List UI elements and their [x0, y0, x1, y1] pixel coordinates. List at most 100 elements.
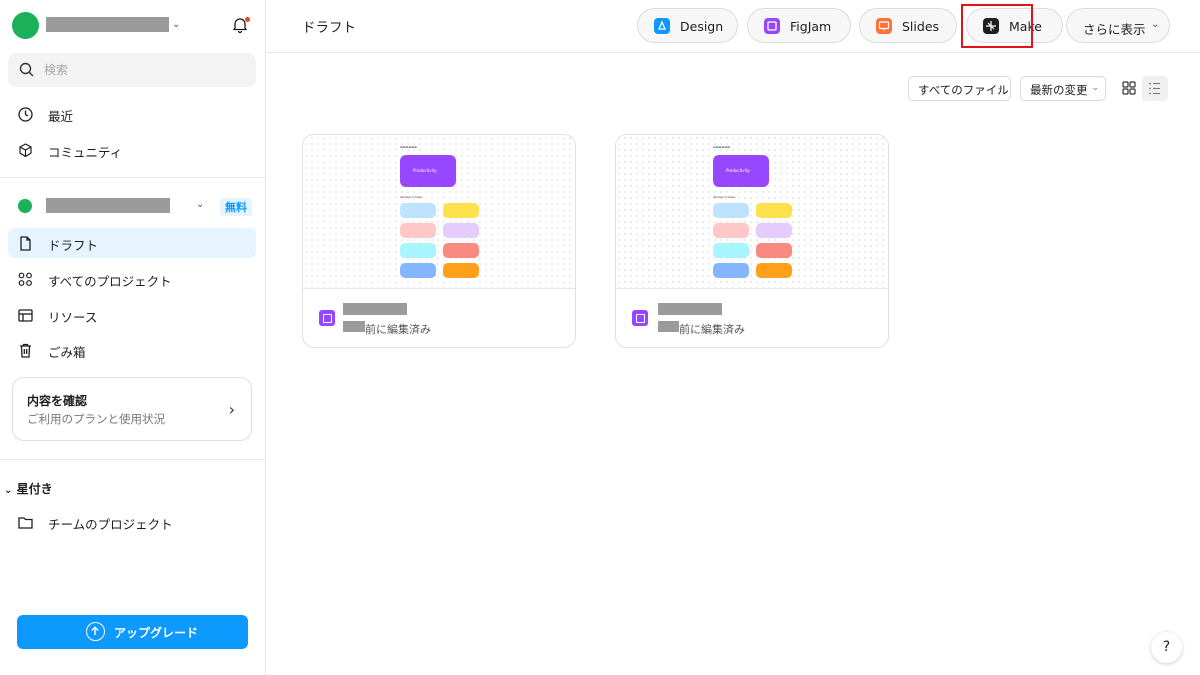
- file-thumbnail: ▬▬▬▬▬▬ Productivity Weekend tasks: [303, 135, 575, 289]
- sort-dropdown-label: 最新の変更: [1030, 83, 1088, 97]
- more-options-label: さらに表示: [1083, 22, 1146, 37]
- thumbnail-chip: [443, 223, 479, 238]
- search-input[interactable]: [44, 60, 244, 80]
- upgrade-button[interactable]: アップグレード: [17, 615, 248, 649]
- create-slides-label: Slides: [902, 19, 940, 34]
- figjam-file-icon: [319, 310, 335, 326]
- community-icon: [19, 143, 32, 158]
- chevron-down-icon: ⌄: [1091, 83, 1099, 93]
- thumbnail-chip: [713, 203, 749, 218]
- file-thumbnail: ▬▬▬▬▬▬ Productivity Weekend tasks: [616, 135, 888, 289]
- plan-usage-card[interactable]: 内容を確認 ご利用のプランと使用状況 ›: [12, 377, 252, 441]
- thumbnail-section-label: Weekend tasks: [713, 195, 736, 199]
- divider: [0, 459, 266, 460]
- chevron-down-icon: ⌄: [4, 485, 13, 496]
- chevron-right-icon: ›: [228, 400, 235, 419]
- sidebar-item-label: コミュニティ: [48, 145, 123, 160]
- search-box[interactable]: [8, 53, 256, 87]
- sidebar-item-resources[interactable]: リソース: [8, 300, 256, 330]
- sidebar-item-recent[interactable]: 最近: [8, 99, 256, 129]
- thumbnail-chip: [400, 203, 436, 218]
- folder-icon: [18, 517, 33, 529]
- figjam-file-icon: [632, 310, 648, 326]
- slides-icon: [876, 18, 892, 34]
- sort-dropdown[interactable]: 最新の変更 ⌄: [1020, 76, 1106, 101]
- starred-section-toggle[interactable]: ⌄ 星付き: [4, 480, 53, 497]
- create-slides-button[interactable]: Slides: [859, 8, 957, 43]
- notification-bell-icon[interactable]: [231, 16, 251, 36]
- sidebar-item-trash[interactable]: ごみ箱: [8, 335, 256, 365]
- search-icon: [19, 62, 34, 77]
- thumbnail-header-chip: Productivity: [713, 155, 769, 187]
- team-switcher[interactable]: ⌄ 無料: [12, 196, 256, 216]
- divider: [0, 177, 266, 178]
- chevron-down-icon: ⌄: [1151, 19, 1160, 30]
- thumbnail-header-chip: Productivity: [400, 155, 456, 187]
- redacted-account-name: [46, 17, 169, 32]
- redacted-file-name: [658, 303, 722, 315]
- thumbnail-chip: [400, 223, 436, 238]
- thumbnail-chip: [713, 243, 749, 258]
- avatar[interactable]: [12, 12, 39, 39]
- thumbnail-caption: ▬▬▬▬▬▬: [400, 145, 418, 149]
- thumbnail-chip: [713, 223, 749, 238]
- plan-usage-title: 内容を確認: [27, 394, 88, 408]
- sidebar-item-all-projects[interactable]: すべてのプロジェクト: [8, 264, 256, 294]
- file-card[interactable]: ▬▬▬▬▬▬ Productivity Weekend tasks 前に編集済み: [615, 134, 889, 348]
- thumbnail-chip: [443, 263, 479, 278]
- help-button[interactable]: ?: [1151, 632, 1182, 663]
- sidebar-item-label: チームのプロジェクト: [48, 517, 173, 532]
- account-switcher[interactable]: ⌄: [12, 12, 254, 40]
- chevron-down-icon: ⌄: [172, 19, 181, 30]
- grid-view-button[interactable]: [1116, 76, 1142, 101]
- sidebar-item-label: 最近: [48, 109, 74, 124]
- chevron-down-icon: ⌄: [996, 83, 1004, 93]
- sidebar-item-label: すべてのプロジェクト: [48, 274, 172, 289]
- redacted-file-name: [343, 303, 407, 315]
- file-edited-text: 前に編集済み: [679, 323, 745, 336]
- starred-heading: 星付き: [16, 482, 53, 496]
- notification-dot: [245, 17, 250, 22]
- sidebar-item-drafts[interactable]: ドラフト: [8, 228, 256, 258]
- create-design-label: Design: [680, 19, 724, 34]
- file-card[interactable]: ▬▬▬▬▬▬ Productivity Weekend tasks 前に編集済み: [302, 134, 576, 348]
- chevron-down-icon: ⌄: [196, 199, 205, 210]
- redacted-team-name: [46, 198, 170, 213]
- thumbnail-chip: [756, 243, 792, 258]
- create-figjam-label: FigJam: [790, 19, 832, 34]
- thumbnail-caption: ▬▬▬▬▬▬: [713, 145, 731, 149]
- more-options-button[interactable]: さらに表示 ⌄: [1066, 8, 1170, 43]
- plan-usage-subtitle: ご利用のプランと使用状況: [27, 412, 165, 426]
- sidebar-item-community[interactable]: コミュニティ: [8, 135, 256, 165]
- team-avatar: [18, 199, 32, 213]
- grid-view-icon: [1122, 81, 1136, 95]
- make-highlight-box: [961, 4, 1033, 48]
- create-figjam-button[interactable]: FigJam: [747, 8, 851, 43]
- sidebar-item-label: ドラフト: [48, 238, 99, 253]
- thumbnail-chip: [756, 263, 792, 278]
- file-type-filter[interactable]: すべてのファイル ⌄: [908, 76, 1011, 101]
- thumbnail-chip: [400, 243, 436, 258]
- list-view-icon: [1149, 82, 1160, 95]
- plan-badge: 無料: [220, 198, 252, 216]
- thumbnail-chip: [756, 203, 792, 218]
- sidebar: ⌄ 最近 コミュニティ ⌄ 無料 ドラフト: [0, 0, 266, 675]
- file-type-filter-label: すべてのファイル: [918, 83, 1009, 97]
- file-icon: [20, 236, 31, 251]
- thumbnail-chip: [400, 263, 436, 278]
- view-toggle: [1116, 76, 1168, 101]
- sidebar-item-label: ごみ箱: [48, 345, 86, 360]
- list-view-button[interactable]: [1142, 76, 1168, 101]
- redacted-edit-time: [343, 321, 365, 332]
- arrow-up-circle-icon: [86, 622, 105, 641]
- sidebar-item-team-project[interactable]: チームのプロジェクト: [8, 507, 256, 537]
- file-edited-text: 前に編集済み: [365, 323, 431, 336]
- app-window: ⌄ 最近 コミュニティ ⌄ 無料 ドラフト: [0, 0, 1200, 675]
- thumbnail-chip: [443, 243, 479, 258]
- create-design-button[interactable]: Design: [637, 8, 738, 43]
- thumbnail-chip: [713, 263, 749, 278]
- file-info: 前に編集済み: [616, 290, 888, 347]
- file-info: 前に編集済み: [303, 290, 575, 347]
- page-title: ドラフト: [302, 20, 356, 36]
- upgrade-label: アップグレード: [114, 626, 199, 640]
